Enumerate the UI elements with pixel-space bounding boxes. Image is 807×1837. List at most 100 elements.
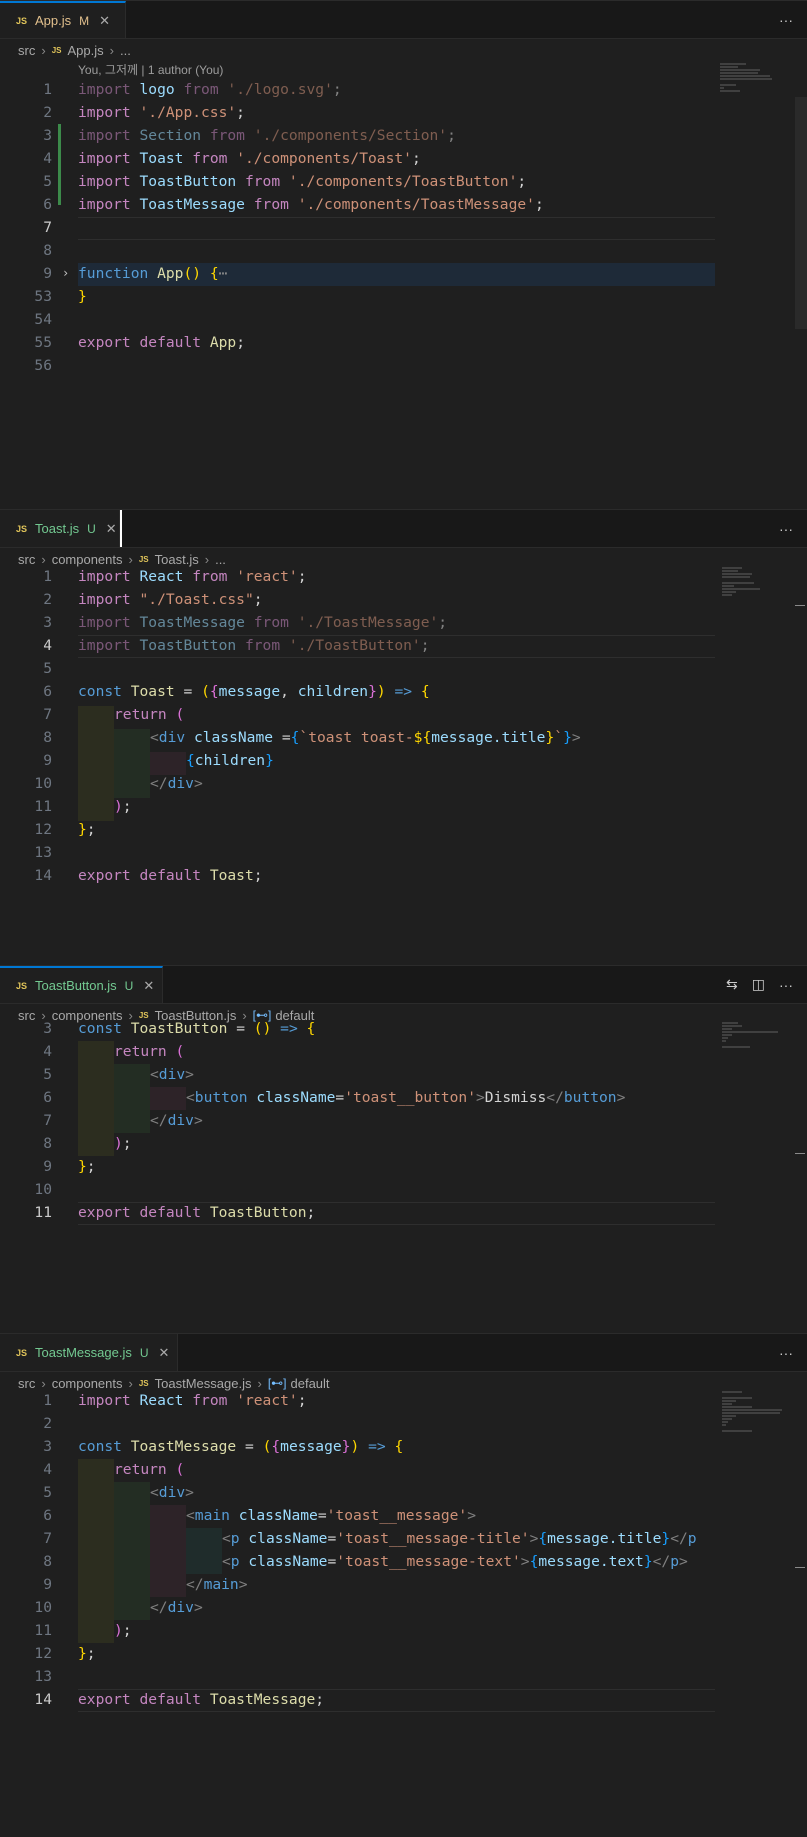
close-icon[interactable]: ✕ [99,13,110,29]
editor-pane-toastbutton: JS ToastButton.js U ✕ ⇆ ◫ ··· src › compo… [0,965,807,1334]
code-line[interactable]: 1 import React from 'react'; [0,565,715,588]
code-line[interactable]: 8 <div className ={`toast toast-${message… [0,726,715,749]
code-line[interactable]: 8 <p className='toast__message-text'>{mes… [0,1550,715,1573]
code-line[interactable]: 7 return ( [0,703,715,726]
code-line[interactable]: 11 export default ToastButton; [0,1201,715,1224]
untracked-badge: U [139,1345,149,1360]
tab-app-js[interactable]: JS App.js M ✕ [0,1,126,38]
code-line[interactable]: 2 [0,1412,715,1435]
untracked-badge: U [124,978,134,993]
code-line[interactable]: 5 import ToastButton from './components/T… [0,170,715,193]
more-actions-icon[interactable]: ··· [779,521,793,537]
code-line[interactable]: 9 {children} [0,749,715,772]
code-line[interactable]: 2 import './App.css'; [0,101,715,124]
code-line[interactable]: 3 const ToastButton = () => { [0,1017,715,1040]
code-line[interactable]: 1 import React from 'react'; [0,1389,715,1412]
javascript-file-icon: JS [16,15,28,26]
editor-pane-toastmessage: JS ToastMessage.js U ✕ ··· src › componen… [0,1333,807,1837]
code-line[interactable]: 54 [0,308,715,331]
minimap[interactable] [722,1022,782,1049]
code-line[interactable]: 9 </main> [0,1573,715,1596]
scrollbar[interactable] [795,97,807,329]
code-line[interactable]: 4 return ( [0,1458,715,1481]
git-blame-codelens[interactable]: You, 그저께 | 1 author (You) [78,61,223,78]
tab-label: ToastButton.js [35,978,117,993]
code-line[interactable]: 12}; [0,818,715,841]
code-line[interactable]: 11); [0,1619,715,1642]
tab-toastbutton-js[interactable]: JS ToastButton.js U ✕ [0,966,163,1003]
tab-bar: JS App.js M ✕ ··· [0,1,807,39]
tab-label: App.js [35,13,72,28]
breadcrumb-item[interactable]: App.js [67,43,103,58]
code-line[interactable]: 10 [0,1178,715,1201]
code-line[interactable]: 1 import logo from './logo.svg'; [0,78,715,101]
tab-label: ToastMessage.js [35,1345,132,1360]
javascript-file-icon: JS [16,523,28,534]
overview-ruler-mark [795,605,805,606]
code-line[interactable]: 4 import Toast from './components/Toast'; [0,147,715,170]
javascript-file-icon: JS [138,554,149,564]
code-line[interactable]: 8); [0,1132,715,1155]
code-line[interactable]: 6 <button className='toast__button'>Dismi… [0,1086,715,1109]
code-line[interactable]: 3 import ToastMessage from './ToastMessag… [0,611,715,634]
code-line[interactable]: 7 </div> [0,1109,715,1132]
code-line[interactable]: 10 </div> [0,1596,715,1619]
code-line[interactable]: 11); [0,795,715,818]
minimap[interactable] [722,567,772,597]
minimap[interactable] [720,63,776,93]
drag-indicator [120,510,122,547]
code-line[interactable]: 5 <div> [0,1481,715,1504]
close-icon[interactable]: ✕ [143,978,154,994]
tab-label: Toast.js [35,521,80,536]
code-line[interactable]: 3 import Section from './components/Secti… [0,124,715,147]
breadcrumb-item[interactable]: src [18,43,35,58]
code-line[interactable]: 4 import ToastButton from './ToastButton'… [0,634,715,657]
close-icon[interactable]: ✕ [106,521,117,537]
tab-bar: JS ToastMessage.js U ✕ ··· [0,1334,807,1372]
minimap[interactable] [722,1391,786,1433]
chevron-right-icon: › [109,42,114,58]
open-changes-icon[interactable]: ⇆ [726,976,738,993]
code-line[interactable]: 14 export default Toast; [0,864,715,887]
code-line[interactable]: 4 return ( [0,1040,715,1063]
code-line[interactable]: 13 [0,1665,715,1688]
code-line[interactable]: 56 [0,354,715,377]
overview-ruler-mark [795,1153,805,1154]
code-line[interactable]: 2 import "./Toast.css"; [0,588,715,611]
chevron-right-fold-icon[interactable]: › [62,262,69,285]
javascript-file-icon: JS [138,1378,149,1388]
code-line[interactable]: 55 export default App; [0,331,715,354]
more-actions-icon[interactable]: ··· [779,12,793,28]
javascript-file-icon: JS [51,45,62,55]
code-line[interactable]: 9}; [0,1155,715,1178]
code-line[interactable]: 10 </div> [0,772,715,795]
code-line[interactable]: 6 import ToastMessage from './components/… [0,193,715,216]
breadcrumb-item[interactable]: ... [120,43,131,58]
code-line[interactable]: 53} [0,285,715,308]
split-editor-icon[interactable]: ◫ [752,976,765,993]
untracked-badge: U [87,521,96,536]
editor-pane-toast: JS Toast.js U ✕ ··· src › components › JS T… [0,509,807,966]
code-line[interactable]: 3 const ToastMessage = ({message}) => { [0,1435,715,1458]
code-line[interactable]: 5 [0,657,715,680]
breadcrumb: src › JS App.js › ... [18,40,131,60]
code-line[interactable]: 7 <p className='toast__message-title'>{me… [0,1527,715,1550]
tab-bar: JS Toast.js U ✕ ··· [0,510,807,548]
tab-toastmessage-js[interactable]: JS ToastMessage.js U ✕ [0,1334,178,1371]
code-line[interactable]: 9 › function App() {⋯ [0,262,715,285]
code-line[interactable]: 7 [0,216,715,239]
more-actions-icon[interactable]: ··· [779,1345,793,1361]
code-line[interactable]: 13 [0,841,715,864]
javascript-file-icon: JS [16,980,28,991]
tab-toast-js[interactable]: JS Toast.js U ✕ [0,510,120,547]
close-icon[interactable]: ✕ [159,1345,170,1361]
code-line[interactable]: 5 <div> [0,1063,715,1086]
more-actions-icon[interactable]: ··· [779,977,793,993]
code-line[interactable]: 12}; [0,1642,715,1665]
code-line[interactable]: 6 const Toast = ({message, children}) => … [0,680,715,703]
overview-ruler-mark [795,1567,805,1568]
code-line[interactable]: 14 export default ToastMessage; [0,1688,715,1711]
tab-bar: JS ToastButton.js U ✕ ⇆ ◫ ··· [0,966,807,1004]
code-line[interactable]: 6 <main className='toast__message'> [0,1504,715,1527]
code-line[interactable]: 8 [0,239,715,262]
